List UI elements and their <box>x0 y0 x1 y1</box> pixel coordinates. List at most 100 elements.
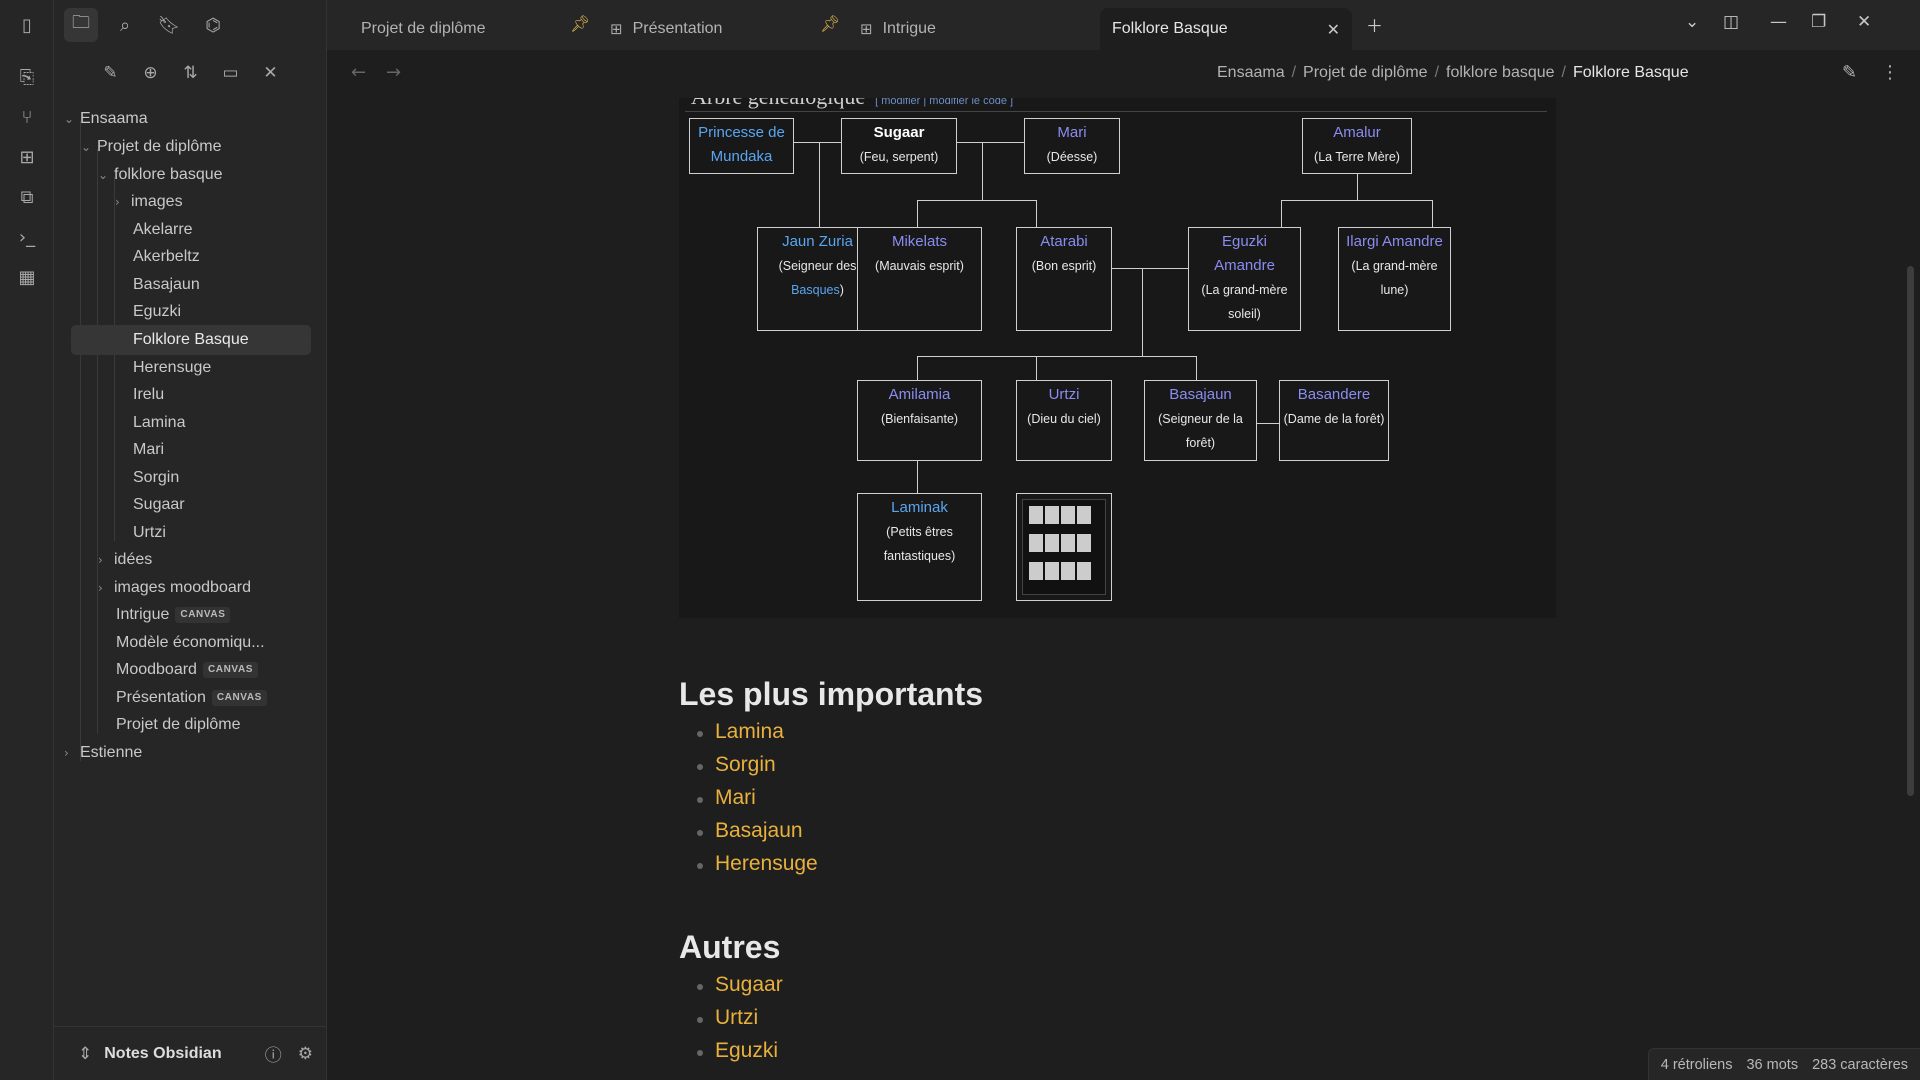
folder-estienne[interactable]: › Estienne <box>64 738 142 768</box>
tab-projet-de-diplome[interactable]: Projet de diplôme <box>361 8 541 50</box>
file-akelarre[interactable]: Akelarre <box>133 215 193 245</box>
graph-view-icon[interactable]: ⑂ <box>12 102 42 132</box>
help-icon[interactable]: ⓘ <box>265 1041 282 1066</box>
node-name[interactable]: Amilamia <box>858 383 981 407</box>
close-folders-icon[interactable]: ✕ <box>258 60 284 86</box>
folder-icon[interactable]: 🗀 <box>64 8 98 42</box>
canvas-icon[interactable]: ⊞ <box>12 142 42 172</box>
close-tab-icon[interactable]: ✕ <box>1327 20 1340 39</box>
chevron-updown-icon[interactable]: ⇕ <box>78 1044 92 1064</box>
node-name[interactable]: Basajaun <box>1149 383 1252 407</box>
folder-idees[interactable]: › idées <box>98 545 152 575</box>
command-palette-icon[interactable]: ›_ <box>12 222 42 252</box>
list-item[interactable]: Lamina <box>697 720 784 744</box>
back-arrow-icon[interactable]: ← <box>351 62 366 83</box>
settings-gear-icon[interactable]: ⚙ <box>298 1044 313 1064</box>
node-name[interactable]: Princesse de Mundaka <box>690 119 793 171</box>
node-name[interactable]: Sugaar <box>842 121 956 145</box>
file-intrigue[interactable]: Intrigue CANVAS <box>116 600 231 630</box>
search-icon[interactable]: ⌕ <box>108 8 142 42</box>
edit-pencil-icon[interactable]: ✎ <box>1842 62 1857 83</box>
node-sugaar: Sugaar (Feu, serpent) <box>841 118 957 174</box>
list-item[interactable]: Urtzi <box>696 1006 758 1030</box>
sidebar-toggle-icon[interactable]: ▯ <box>12 10 42 40</box>
chevron-down-icon: ⌄ <box>64 112 75 126</box>
tab-label: Folklore Basque <box>1112 20 1228 37</box>
node-desc: (Bienfaisante) <box>880 412 959 426</box>
templates-icon[interactable]: ⧉ <box>12 182 42 212</box>
list-item[interactable]: Herensuge <box>697 852 818 876</box>
list-item[interactable]: Mari <box>697 786 756 810</box>
file-lamina[interactable]: Lamina <box>133 408 185 438</box>
pin-icon[interactable]: 📌︎ <box>820 14 840 33</box>
kanban-icon[interactable]: ▦ <box>12 262 42 292</box>
new-folder-icon[interactable]: ⊕ <box>138 60 164 86</box>
file-folklore-basque[interactable]: Folklore Basque <box>71 325 311 355</box>
node-name[interactable]: Basandere <box>1280 383 1388 407</box>
file-sugaar[interactable]: Sugaar <box>133 490 185 520</box>
collapse-all-icon[interactable]: ▭ <box>218 60 244 86</box>
sort-icon[interactable]: ⇅ <box>178 60 204 86</box>
file-projet-de-diplome[interactable]: Projet de diplôme <box>116 710 241 740</box>
tab-folklore-basque[interactable]: Folklore Basque ✕ <box>1100 8 1352 50</box>
folder-projet-de-diplome[interactable]: ⌄ Projet de diplôme <box>81 132 222 162</box>
tab-intrigue[interactable]: ⊞ Intrigue <box>860 8 1040 50</box>
file-irelu[interactable]: Irelu <box>133 380 164 410</box>
bookmark-icon[interactable]: 🔖︎ <box>152 8 186 42</box>
file-basajaun[interactable]: Basajaun <box>133 270 200 300</box>
scrollbar[interactable] <box>1907 266 1914 796</box>
node-name[interactable]: Amalur <box>1303 121 1411 145</box>
tab-presentation[interactable]: ⊞ Présentation <box>610 8 790 50</box>
file-moodboard[interactable]: Moodboard CANVAS <box>116 655 259 685</box>
file-modele-economique[interactable]: Modèle économiqu... <box>116 628 265 658</box>
list-item[interactable]: Sugaar <box>697 973 783 997</box>
open-quick-switcher-icon[interactable]: ⎘ <box>12 62 42 92</box>
node-desc: (Déesse) <box>1046 150 1098 164</box>
node-name[interactable]: Eguzki Amandre <box>1193 230 1296 278</box>
folder-images[interactable]: › images <box>115 187 183 217</box>
node-name[interactable]: Mari <box>1025 121 1119 145</box>
more-options-icon[interactable]: ⋮ <box>1881 62 1899 83</box>
file-eguzki[interactable]: Eguzki <box>133 297 181 327</box>
file-herensuge[interactable]: Herensuge <box>133 353 211 383</box>
node-name[interactable]: Atarabi <box>1017 230 1111 254</box>
breadcrumb-current[interactable]: Folklore Basque <box>1573 64 1689 81</box>
node-eguzki-amandre: Eguzki Amandre (La grand-mère soleil) <box>1188 227 1301 331</box>
file-akerbeltz[interactable]: Akerbeltz <box>133 242 200 272</box>
file-sorgin[interactable]: Sorgin <box>133 463 179 493</box>
file-explorer-sidebar: 🗀 ⌕ 🔖︎ ⌬ ✎ ⊕ ⇅ ▭ ✕ ⌄ Ensaama ⌄ Projet de d… <box>54 0 327 1080</box>
folder-folklore-basque[interactable]: ⌄ folklore basque <box>98 160 223 190</box>
file-label: Irelu <box>133 386 165 403</box>
file-presentation[interactable]: Présentation CANVAS <box>116 683 267 713</box>
breadcrumb-item[interactable]: folklore basque <box>1446 64 1555 81</box>
tags-icon[interactable]: ⌬ <box>196 8 230 42</box>
file-urtzi[interactable]: Urtzi <box>133 518 166 548</box>
edit-links[interactable]: [ modifier | modifier le code ] <box>875 98 1013 107</box>
file-mari[interactable]: Mari <box>133 435 164 465</box>
basques-link[interactable]: Basques <box>791 283 840 297</box>
right-sidebar-toggle-icon[interactable]: ◫ <box>1723 12 1739 32</box>
node-name[interactable]: Laminak <box>866 496 973 520</box>
vault-name[interactable]: Notes Obsidian <box>104 1045 221 1063</box>
backlinks-count[interactable]: 4 rétroliens <box>1661 1057 1733 1073</box>
node-name[interactable]: Urtzi <box>1017 383 1111 407</box>
minimize-icon[interactable]: — <box>1770 12 1787 32</box>
breadcrumb-item[interactable]: Ensaama <box>1217 64 1285 81</box>
folder-ensaama[interactable]: ⌄ Ensaama <box>64 104 148 134</box>
pin-icon[interactable]: 📌︎ <box>570 14 590 33</box>
maximize-icon[interactable]: ❐ <box>1811 12 1826 32</box>
node-name[interactable]: Mikelats <box>858 230 981 254</box>
list-item[interactable]: Eguzki <box>696 1039 778 1063</box>
new-note-icon[interactable]: ✎ <box>98 60 124 86</box>
heading-autres: Autres <box>679 929 781 965</box>
tab-list-chevron-icon[interactable]: ⌄ <box>1685 12 1699 32</box>
list-item[interactable]: Basajaun <box>697 819 803 843</box>
list-item[interactable]: Sorgin <box>697 753 776 777</box>
chevron-right-icon: › <box>64 746 69 760</box>
close-window-icon[interactable]: ✕ <box>1857 12 1871 32</box>
forward-arrow-icon[interactable]: → <box>386 62 401 83</box>
node-name[interactable]: Ilargi Amandre <box>1343 230 1446 254</box>
breadcrumb-item[interactable]: Projet de diplôme <box>1303 64 1428 81</box>
new-tab-icon[interactable]: ＋ <box>1366 12 1383 37</box>
folder-images-moodboard[interactable]: › images moodboard <box>98 573 251 603</box>
